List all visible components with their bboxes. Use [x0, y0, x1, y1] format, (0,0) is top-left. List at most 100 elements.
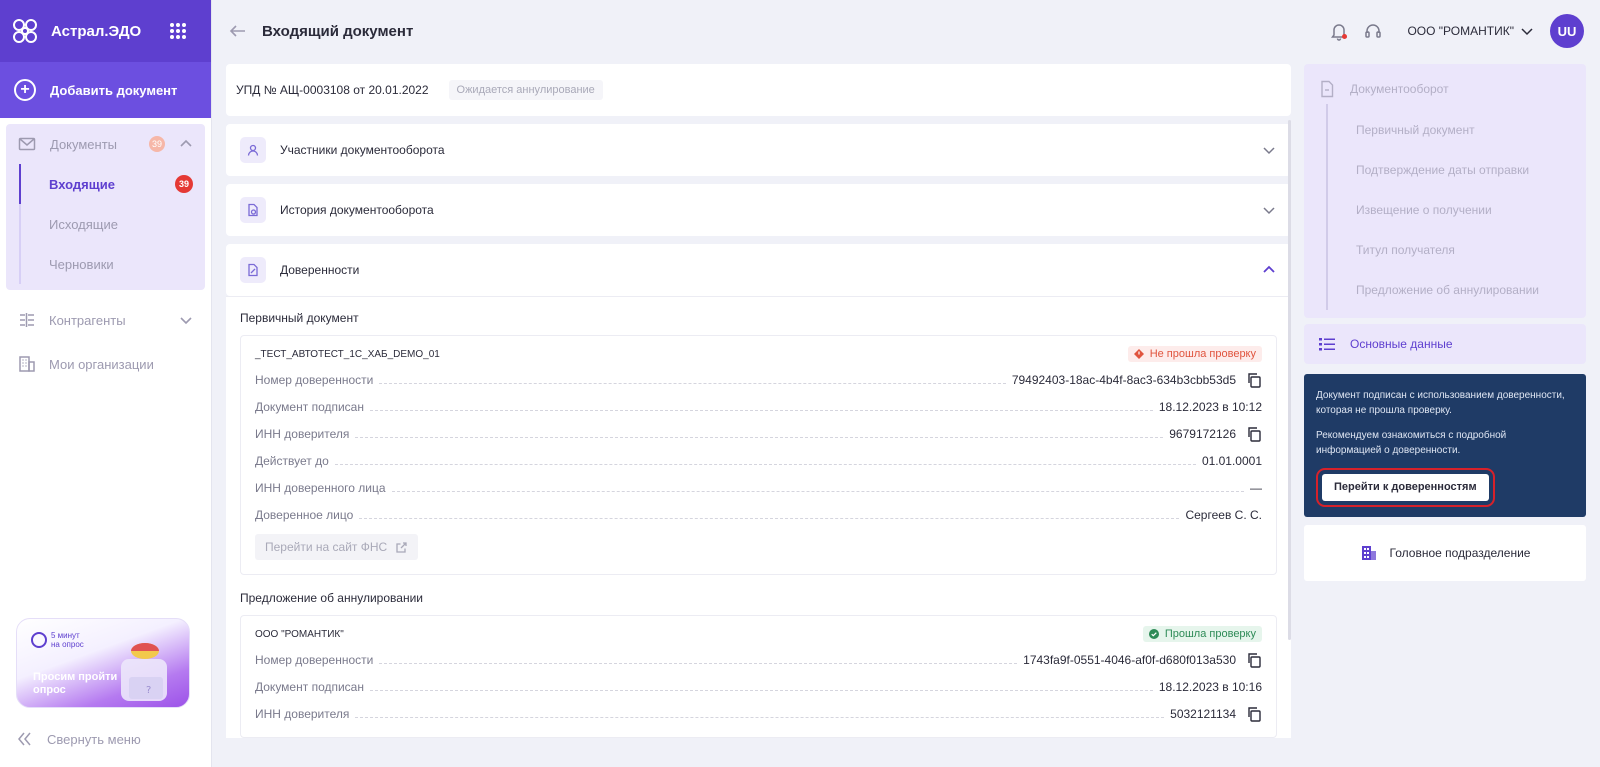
back-arrow-icon[interactable] [228, 21, 248, 41]
flow-item-receipt-notice[interactable]: Извещение о получении [1328, 190, 1586, 230]
flow-item-primary[interactable]: Первичный документ [1328, 110, 1586, 150]
row-value: 1743fa9f-0551-4046-af0f-d680f013a530 [1023, 652, 1236, 667]
sidebar-item-drafts[interactable]: Черновики [21, 244, 205, 284]
document-number: УПД № АЩ-0003108 от 20.01.2022 [236, 83, 429, 97]
main-scrollbar[interactable] [1288, 120, 1291, 640]
detail-row: ИНН доверителя 5032121134 [255, 700, 1262, 727]
status-label: Прошла проверку [1164, 628, 1256, 640]
status-badge: Ожидается аннулирование [448, 80, 603, 100]
main-data-item[interactable]: Основные данные [1304, 324, 1586, 364]
collapse-menu-button[interactable]: Свернуть меню [16, 730, 141, 748]
documents-group: Документы 39 Входящие 39 Исходящие Черно… [6, 124, 205, 290]
document-header: УПД № АЩ-0003108 от 20.01.2022 Ожидается… [226, 64, 1291, 116]
status-label: Не прошла проверку [1149, 348, 1256, 360]
detail-row: ИНН доверенного лица — [255, 474, 1262, 501]
row-value: 9679172126 [1169, 426, 1236, 441]
sidebar: Астрал.ЭДО + Добавить документ Документы… [0, 0, 212, 767]
sidebar-item-label: Документы [50, 136, 118, 152]
row-key: Документ подписан [255, 399, 364, 414]
detail-row: Номер доверенности 1743fa9f-0551-4046-af0… [255, 646, 1262, 673]
flow-item-send-confirmation[interactable]: Подтверждение даты отправки [1328, 150, 1586, 190]
clock-icon [31, 632, 47, 648]
head-unit-label: Головное подразделение [1389, 546, 1531, 560]
chevron-up-icon[interactable] [179, 137, 193, 151]
avatar[interactable]: UU [1550, 14, 1584, 48]
row-key: Номер доверенности [255, 372, 374, 387]
document-flow-nav: Документооборот Первичный документ Подтв… [1304, 64, 1586, 318]
survey-text: Просим пройти опрос [33, 671, 118, 696]
sidebar-item-label: Контрагенты [49, 312, 126, 328]
detail-row: Документ подписан 18.12.2023 в 10:12 [255, 393, 1262, 420]
status-badge: Прошла проверку [1142, 626, 1262, 642]
survey-time-label: 5 минут на опрос [51, 631, 84, 649]
warning-text: Документ подписан с использованием довер… [1316, 390, 1565, 416]
add-document-button[interactable]: + Добавить документ [0, 62, 211, 118]
organization-selector[interactable]: ООО "РОМАНТИК" [1407, 24, 1534, 38]
diamond-warning-icon [1133, 349, 1144, 359]
accordion-powers-of-attorney[interactable]: Доверенности [226, 244, 1291, 296]
sidebar-item-my-organizations[interactable]: Мои организации [0, 342, 211, 386]
header: Входящий документ ООО "РОМАНТИК" UU [212, 0, 1600, 62]
row-value: Сергеев С. С. [1185, 507, 1262, 522]
section-title: Предложение об аннулировании [240, 591, 423, 605]
bell-icon[interactable] [1329, 21, 1349, 41]
astral-logo-icon[interactable] [10, 16, 40, 46]
row-value: 18.12.2023 в 10:12 [1158, 399, 1262, 414]
headset-icon[interactable] [1363, 21, 1383, 41]
row-key: Действует до [255, 453, 329, 468]
collapse-menu-label: Свернуть меню [47, 731, 141, 747]
chevron-up-icon [1263, 265, 1275, 273]
flow-item-recipient-title[interactable]: Титул получателя [1328, 230, 1586, 270]
row-key: Документ подписан [255, 679, 364, 694]
document-sign-icon [240, 257, 266, 283]
flow-header[interactable]: Документооборот [1304, 74, 1586, 104]
apps-grid-icon[interactable] [169, 22, 187, 40]
row-key: ИНН доверителя [255, 706, 350, 721]
flow-item-cancellation[interactable]: Предложение об аннулировании [1328, 270, 1586, 310]
chevron-down-icon [1263, 207, 1275, 215]
accordion-label: Участники документооборота [280, 143, 445, 157]
copy-icon[interactable] [1246, 426, 1262, 442]
page-title: Входящий документ [262, 22, 414, 40]
accordion-history[interactable]: История документооборота [226, 184, 1291, 236]
row-key: ИНН доверенного лица [255, 480, 386, 495]
status-badge: Не прошла проверку [1127, 346, 1262, 362]
warning-recommendation: Рекомендуем ознакомиться с подробной инф… [1316, 430, 1507, 456]
document-icon [1321, 80, 1334, 98]
row-key: ИНН доверителя [255, 426, 350, 441]
detail-row: Документ подписан 18.12.2023 в 10:16 [255, 673, 1262, 700]
envelope-icon [18, 137, 36, 151]
survey-banner[interactable]: 5 минут на опрос Просим пройти опрос ? [16, 618, 190, 708]
copy-icon[interactable] [1246, 372, 1262, 388]
document-history-icon [240, 197, 266, 223]
organization-name: ООО "РОМАНТИК" [1407, 24, 1514, 38]
head-unit-button[interactable]: Головное подразделение [1304, 525, 1586, 581]
warning-panel: Документ подписан с использованием довер… [1304, 374, 1586, 517]
powers-section: Первичный документ _ТЕСТ_АВТОТЕСТ_1С_ХАБ… [226, 296, 1291, 738]
flow-title: Документооборот [1350, 82, 1449, 96]
sidebar-item-contractors[interactable]: Контрагенты [0, 298, 211, 342]
copy-icon[interactable] [1246, 652, 1262, 668]
sidebar-item-outgoing[interactable]: Исходящие [21, 204, 205, 244]
copy-icon[interactable] [1246, 706, 1262, 722]
sidebar-item-incoming[interactable]: Входящие 39 [19, 164, 205, 204]
row-value: 01.01.0001 [1201, 453, 1262, 468]
app-name: Астрал.ЭДО [51, 22, 142, 40]
fns-site-button[interactable]: Перейти на сайт ФНС [255, 534, 419, 560]
chevron-down-icon [1521, 28, 1533, 36]
check-circle-icon [1148, 629, 1159, 639]
power-of-attorney-card: ООО "РОМАНТИК" Прошла проверку Номер дов… [240, 615, 1277, 738]
svg-text:?: ? [146, 685, 151, 696]
documents-count-badge: 39 [149, 136, 165, 152]
sidebar-item-documents[interactable]: Документы 39 [6, 124, 205, 164]
accordion-label: Доверенности [280, 263, 360, 277]
row-value: — [1250, 480, 1262, 495]
fns-button-label: Перейти на сайт ФНС [265, 540, 388, 554]
sidebar-item-label: Входящие [49, 176, 115, 192]
building-icon [1361, 546, 1376, 560]
person-icon [240, 137, 266, 163]
accordion-participants[interactable]: Участники документооборота [226, 124, 1291, 176]
go-to-powers-button[interactable]: Перейти к доверенностям [1316, 468, 1495, 507]
chevron-down-icon[interactable] [179, 313, 193, 327]
detail-row: ИНН доверителя 9679172126 [255, 420, 1262, 447]
